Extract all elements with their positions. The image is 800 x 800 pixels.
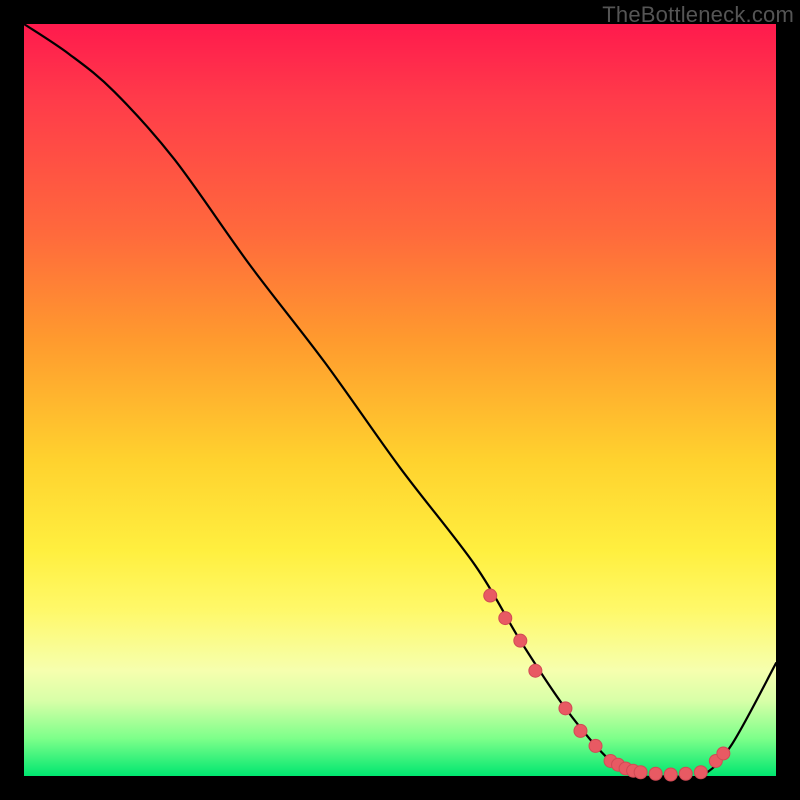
marker-point — [529, 664, 542, 677]
curve-markers — [484, 589, 730, 781]
marker-point — [484, 589, 497, 602]
marker-point — [717, 747, 730, 760]
marker-point — [634, 766, 647, 779]
marker-point — [499, 612, 512, 625]
marker-point — [559, 702, 572, 715]
plot-area — [24, 24, 776, 776]
marker-point — [664, 768, 677, 781]
marker-point — [649, 767, 662, 780]
marker-point — [694, 766, 707, 779]
curve-layer — [24, 24, 776, 776]
marker-point — [679, 767, 692, 780]
marker-point — [514, 634, 527, 647]
watermark-text: TheBottleneck.com — [602, 2, 794, 28]
marker-point — [589, 739, 602, 752]
marker-point — [574, 724, 587, 737]
chart-frame: TheBottleneck.com — [0, 0, 800, 800]
bottleneck-curve — [24, 24, 776, 778]
